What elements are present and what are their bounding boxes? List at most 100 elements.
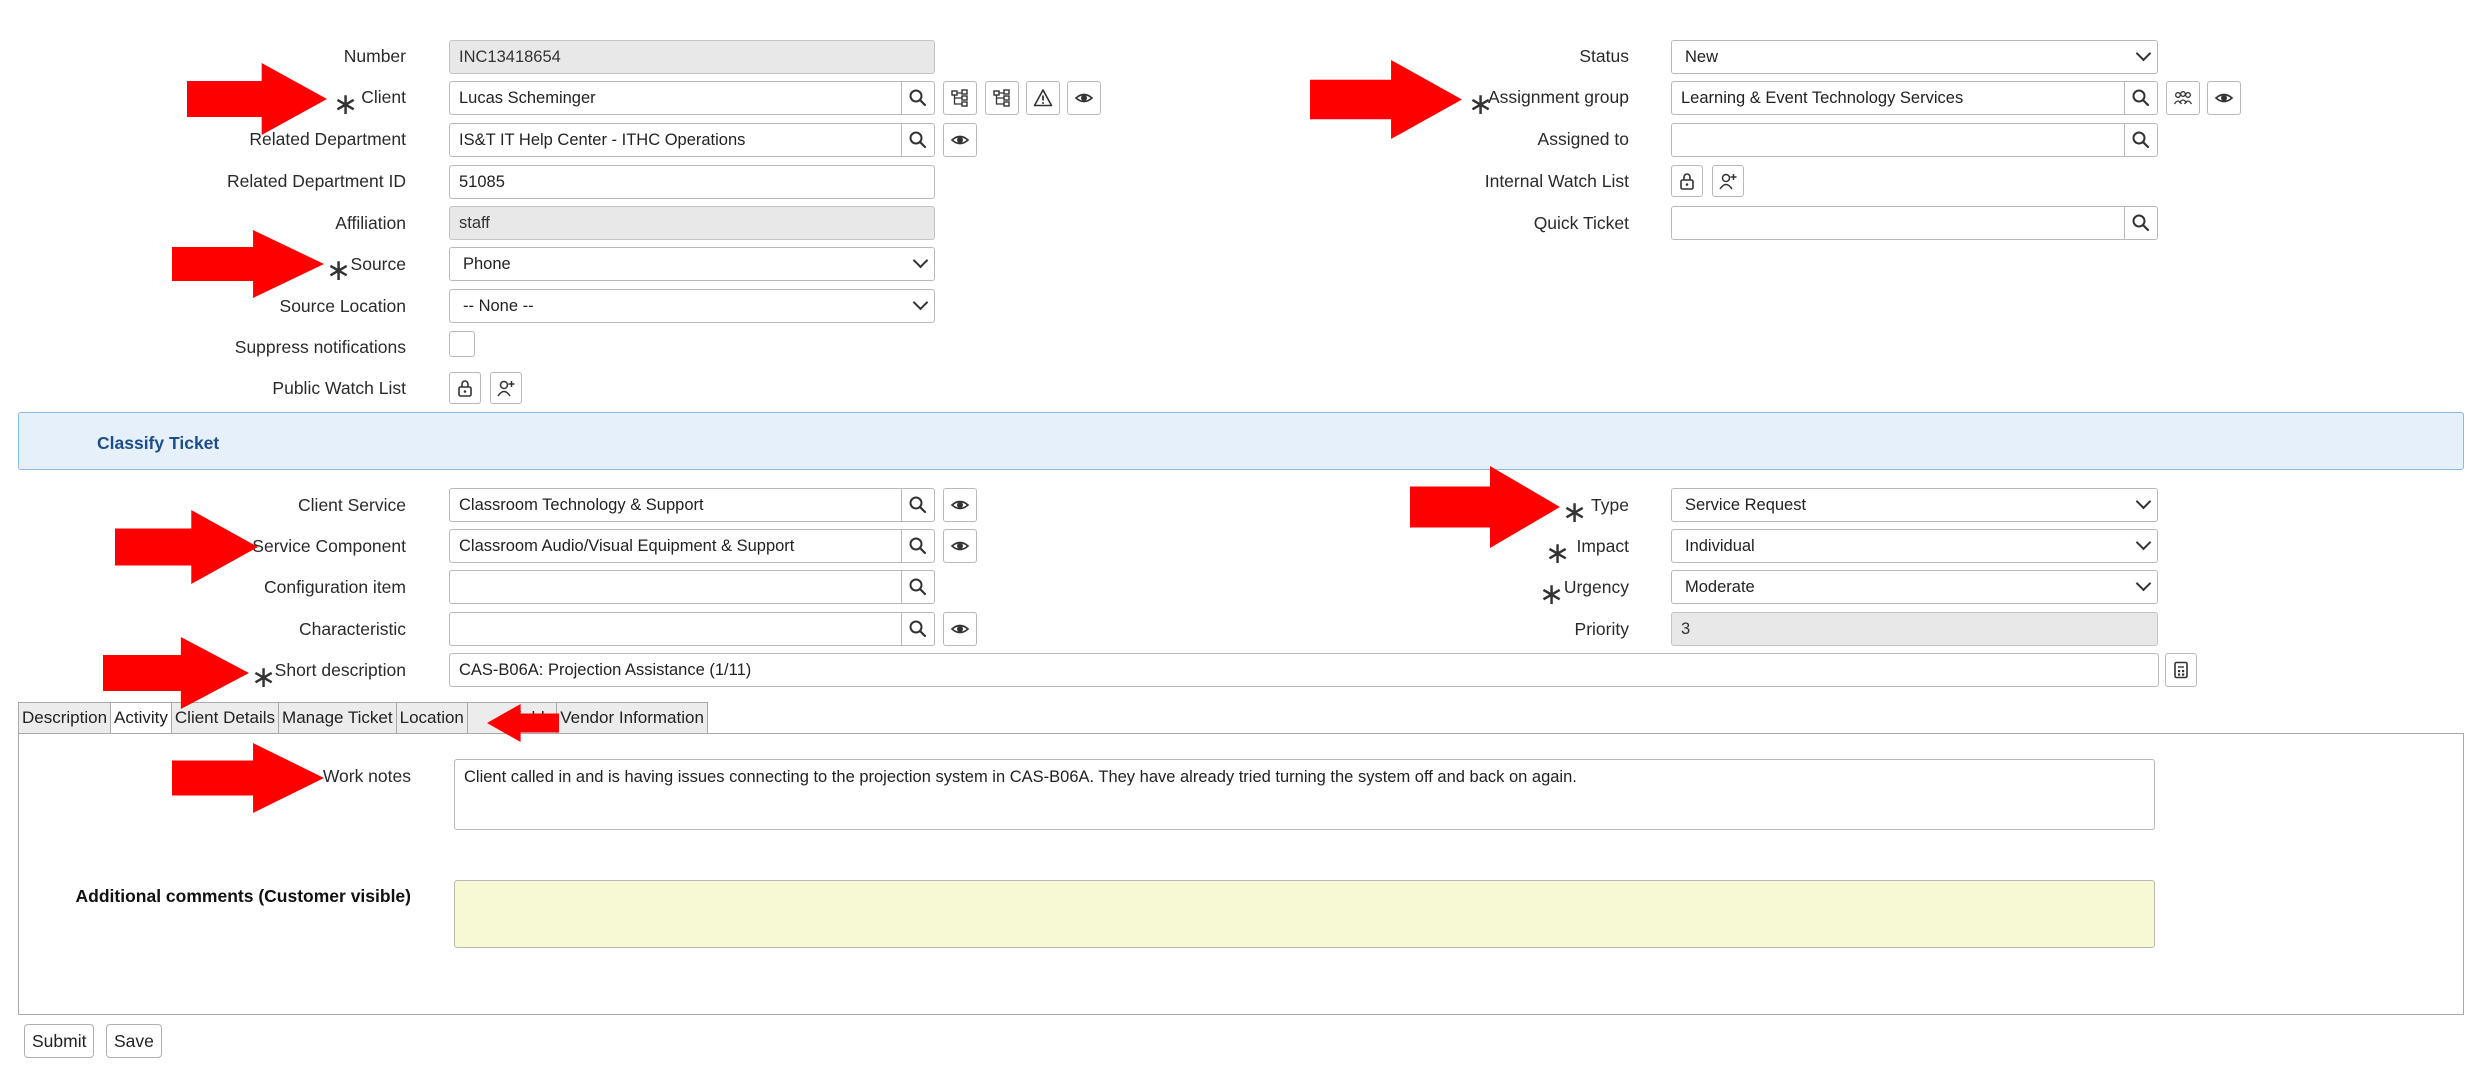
search-icon xyxy=(908,495,928,515)
save-button[interactable]: Save xyxy=(106,1024,162,1058)
group-icon xyxy=(2173,88,2193,108)
search-icon xyxy=(908,88,928,108)
client-tree-button-2[interactable] xyxy=(985,81,1019,115)
client-service-field[interactable]: Classroom Technology & Support xyxy=(449,488,902,522)
classify-ticket-section[interactable]: Classify Ticket xyxy=(18,412,2464,470)
urgency-select[interactable]: Moderate xyxy=(1671,570,2158,604)
annotation-arrow-type xyxy=(1410,466,1560,548)
characteristic-preview-button[interactable] xyxy=(943,612,977,646)
client-required-marker: ∗ xyxy=(333,88,359,121)
assignment-group-preview-button[interactable] xyxy=(2207,81,2241,115)
quick-ticket-field[interactable] xyxy=(1671,206,2125,240)
annotation-arrow-location-tab xyxy=(487,704,559,742)
service-component-field[interactable]: Classroom Audio/Visual Equipment & Suppo… xyxy=(449,529,902,563)
related-department-field[interactable]: IS&T IT Help Center - ITHC Operations xyxy=(449,123,902,157)
configuration-item-search-button[interactable] xyxy=(901,570,935,604)
number-field[interactable]: INC13418654 xyxy=(449,40,935,74)
impact-select[interactable]: Individual xyxy=(1671,529,2158,563)
client-tree-button[interactable] xyxy=(943,81,977,115)
additional-comments-label: Additional comments (Customer visible) xyxy=(75,886,411,906)
reference-tree-icon xyxy=(992,88,1012,108)
chevron-down-icon xyxy=(912,252,929,269)
impact-value: Individual xyxy=(1685,537,1755,555)
internal-watch-list-lock-button[interactable] xyxy=(1671,165,1703,197)
suppress-notifications-checkbox[interactable] xyxy=(449,331,475,357)
chevron-down-icon xyxy=(2135,493,2152,510)
public-watch-list-lock-button[interactable] xyxy=(449,372,481,404)
quick-ticket-search-button[interactable] xyxy=(2124,206,2158,240)
search-icon xyxy=(908,619,928,639)
client-field[interactable]: Lucas Scheminger xyxy=(449,81,902,115)
priority-field[interactable]: 3 xyxy=(1671,612,2158,646)
activity-tab-panel: Work notes Client called in and is havin… xyxy=(18,733,2464,1015)
affiliation-field[interactable]: staff xyxy=(449,206,935,240)
characteristic-field[interactable] xyxy=(449,612,902,646)
source-location-value: -- None -- xyxy=(463,297,534,315)
client-service-preview-button[interactable] xyxy=(943,488,977,522)
urgency-label: Urgency xyxy=(1563,577,1629,597)
short-description-template-button[interactable] xyxy=(2165,653,2197,687)
internal-watch-list-add-button[interactable] xyxy=(1712,165,1744,197)
source-value: Phone xyxy=(463,255,511,273)
related-department-id-label: Related Department ID xyxy=(227,171,406,191)
priority-label: Priority xyxy=(1574,619,1629,639)
public-watch-list-add-button[interactable] xyxy=(490,372,522,404)
additional-comments-textarea[interactable] xyxy=(454,880,2155,948)
chevron-down-icon xyxy=(2135,45,2152,62)
lock-icon xyxy=(1677,171,1697,191)
client-alert-button[interactable] xyxy=(1026,81,1060,115)
characteristic-label: Characteristic xyxy=(299,619,406,639)
urgency-value: Moderate xyxy=(1685,578,1755,596)
source-required-marker: ∗ xyxy=(326,254,352,287)
related-department-search-button[interactable] xyxy=(901,123,935,157)
configuration-item-label: Configuration item xyxy=(263,577,406,597)
work-notes-label: Work notes xyxy=(322,766,411,786)
client-service-search-button[interactable] xyxy=(901,488,935,522)
add-person-icon xyxy=(1718,171,1738,191)
impact-label: Impact xyxy=(1576,536,1629,556)
eye-icon xyxy=(2214,88,2234,108)
annotation-arrow-assignment-group xyxy=(1310,60,1462,139)
tab-description[interactable]: Description xyxy=(18,702,112,733)
work-notes-textarea[interactable]: Client called in and is having issues co… xyxy=(454,759,2155,830)
status-select[interactable]: New xyxy=(1671,40,2158,74)
add-person-icon xyxy=(496,378,516,398)
short-description-field[interactable]: CAS-B06A: Projection Assistance (1/11) xyxy=(449,653,2159,687)
annotation-arrow-source xyxy=(172,230,324,298)
status-label: Status xyxy=(1579,46,1629,66)
configuration-item-field[interactable] xyxy=(449,570,902,604)
source-location-select[interactable]: -- None -- xyxy=(449,289,935,323)
section-title: Classify Ticket xyxy=(97,433,220,453)
client-preview-button[interactable] xyxy=(1067,81,1101,115)
status-value: New xyxy=(1685,48,1719,66)
tab-location[interactable]: Location xyxy=(395,702,468,733)
tab-manage-ticket[interactable]: Manage Ticket xyxy=(278,702,397,733)
related-department-id-field[interactable]: 51085 xyxy=(449,165,935,199)
eye-icon xyxy=(950,495,970,515)
annotation-arrow-work-notes xyxy=(172,743,324,813)
assignment-group-members-button[interactable] xyxy=(2166,81,2200,115)
annotation-arrow-short-description xyxy=(103,637,249,709)
related-department-preview-button[interactable] xyxy=(943,123,977,157)
client-search-button[interactable] xyxy=(901,81,935,115)
assigned-to-label: Assigned to xyxy=(1537,129,1629,149)
client-service-label: Client Service xyxy=(298,495,406,515)
assigned-to-search-button[interactable] xyxy=(2124,123,2158,157)
service-component-search-button[interactable] xyxy=(901,529,935,563)
submit-button[interactable]: Submit xyxy=(24,1024,95,1058)
annotation-arrow-client xyxy=(187,63,327,135)
assignment-group-field[interactable]: Learning & Event Technology Services xyxy=(1671,81,2125,115)
eye-icon xyxy=(950,130,970,150)
eye-icon xyxy=(950,536,970,556)
type-select[interactable]: Service Request xyxy=(1671,488,2158,522)
quick-ticket-label: Quick Ticket xyxy=(1533,213,1629,233)
characteristic-search-button[interactable] xyxy=(901,612,935,646)
number-label: Number xyxy=(343,46,406,66)
search-icon xyxy=(908,536,928,556)
assigned-to-field[interactable] xyxy=(1671,123,2125,157)
source-select[interactable]: Phone xyxy=(449,247,935,281)
assignment-group-search-button[interactable] xyxy=(2124,81,2158,115)
service-component-preview-button[interactable] xyxy=(943,529,977,563)
source-location-label: Source Location xyxy=(279,296,406,316)
tab-vendor-information[interactable]: Vendor Information xyxy=(556,702,708,733)
